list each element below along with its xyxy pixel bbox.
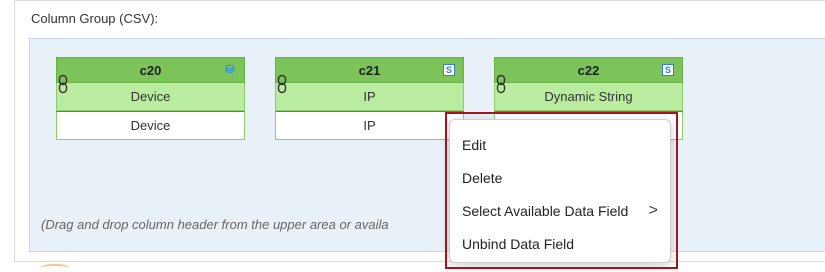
chevron-right-icon: >: [648, 202, 658, 219]
column-value: Device: [56, 111, 245, 140]
column-value: IP: [275, 111, 464, 140]
column-header[interactable]: c21 S: [275, 57, 464, 83]
column-name: c22: [577, 62, 600, 78]
drop-hint: (Drag and drop column header from the up…: [41, 217, 389, 232]
loading-arc: [40, 264, 70, 272]
column-card-c20[interactable]: c20 ⛁ Device Device: [56, 57, 245, 140]
menu-item-label: Edit: [462, 136, 487, 153]
context-menu: Edit Delete Select Available Data Field …: [449, 119, 671, 263]
link-icon[interactable]: [277, 74, 287, 94]
bound-field[interactable]: IP: [275, 83, 464, 111]
menu-item-select-available-data-field[interactable]: Select Available Data Field >: [450, 194, 670, 227]
column-drop-area[interactable]: c20 ⛁ Device Device c21 S IP IP c22 S Dy…: [29, 38, 825, 252]
menu-item-delete[interactable]: Delete: [450, 161, 670, 194]
link-icon[interactable]: [496, 74, 506, 94]
section-label: Column Group (CSV):: [31, 11, 159, 26]
column-card-c21[interactable]: c21 S IP IP: [275, 57, 464, 140]
link-icon[interactable]: [58, 74, 68, 94]
bound-field[interactable]: Device: [56, 83, 245, 111]
column-name: c20: [139, 62, 162, 78]
column-name: c21: [358, 62, 381, 78]
menu-item-unbind-data-field[interactable]: Unbind Data Field: [450, 227, 670, 260]
column-header[interactable]: c20 ⛁: [56, 57, 245, 83]
menu-item-edit[interactable]: Edit: [450, 128, 670, 161]
column-header[interactable]: c22 S: [494, 57, 683, 83]
string-type-icon: S: [662, 64, 674, 76]
menu-item-label: Delete: [462, 169, 503, 186]
string-type-icon: S: [443, 64, 455, 76]
menu-item-label: Select Available Data Field: [462, 202, 629, 219]
menu-item-label: Unbind Data Field: [462, 235, 575, 252]
bound-field[interactable]: Dynamic String: [494, 83, 683, 111]
database-icon: ⛁: [225, 64, 235, 76]
